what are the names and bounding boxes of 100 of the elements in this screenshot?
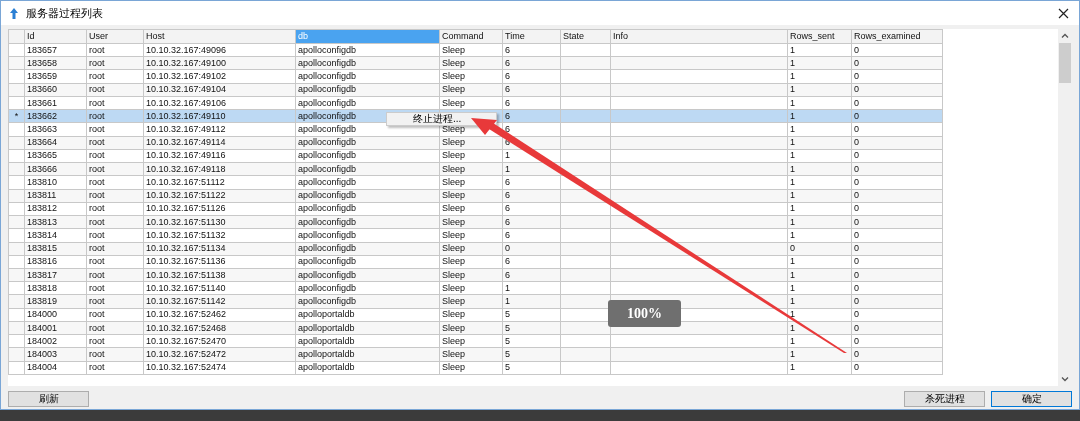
table-cell: apolloconfigdb xyxy=(295,228,440,242)
table-cell: Sleep xyxy=(439,228,503,242)
table-cell: 10.10.32.167:52470 xyxy=(143,334,296,348)
table-cell: 1 xyxy=(787,43,852,57)
table-cell: 0 xyxy=(851,69,943,84)
table-cell: 0 xyxy=(851,228,943,242)
table-cell: Sleep xyxy=(439,149,503,163)
table-cell: 1 xyxy=(787,96,852,110)
table-cell: root xyxy=(86,308,144,322)
table-cell: 6 xyxy=(502,228,561,242)
table-cell: 183663 xyxy=(24,122,87,137)
table-cell: apolloconfigdb xyxy=(295,96,440,110)
table-cell: 0 xyxy=(851,43,943,57)
dialog-button[interactable]: 刷新 xyxy=(8,391,89,407)
current-row-marker: * xyxy=(14,110,19,121)
table-cell: 183659 xyxy=(24,69,87,84)
column-header[interactable]: Info xyxy=(610,29,788,44)
table-cell: 0 xyxy=(851,202,943,216)
scrollbar-thumb[interactable] xyxy=(1059,43,1071,83)
table-cell: 1 xyxy=(787,281,852,295)
table-cell: 5 xyxy=(502,334,561,348)
table-cell: apolloportaldb xyxy=(295,308,440,322)
table-cell: Sleep xyxy=(439,202,503,216)
table-cell: root xyxy=(86,334,144,348)
table-cell: 10.10.32.167:49106 xyxy=(143,96,296,110)
table-cell: 0 xyxy=(851,281,943,295)
table-cell: 10.10.32.167:51136 xyxy=(143,255,296,269)
dialog-button[interactable]: 确定 xyxy=(991,391,1072,407)
table-cell: 1 xyxy=(787,149,852,163)
table-cell: 1 xyxy=(787,361,852,375)
table-cell: 6 xyxy=(502,96,561,110)
table-cell: 6 xyxy=(502,43,561,57)
scroll-down-icon[interactable] xyxy=(1061,377,1069,382)
column-header[interactable]: Time xyxy=(502,29,561,44)
column-header[interactable]: Id xyxy=(24,29,87,44)
table-cell: root xyxy=(86,43,144,57)
table-cell: 183665 xyxy=(24,149,87,163)
column-header[interactable]: User xyxy=(86,29,144,44)
table-cell: 0 xyxy=(851,149,943,163)
table-cell: 1 xyxy=(787,69,852,84)
table-cell: 10.10.32.167:52462 xyxy=(143,308,296,322)
app-icon xyxy=(8,6,20,20)
table-cell: 0 xyxy=(851,361,943,375)
table-cell: 184004 xyxy=(24,361,87,375)
table-cell: 10.10.32.167:51132 xyxy=(143,228,296,242)
table-cell: apolloconfigdb xyxy=(295,281,440,295)
table-cell: apolloconfigdb xyxy=(295,43,440,57)
table-cell: apolloconfigdb xyxy=(295,69,440,84)
table-cell: Sleep xyxy=(439,361,503,375)
dialog-button[interactable]: 杀死进程 xyxy=(904,391,985,407)
table-cell: 10.10.32.167:49116 xyxy=(143,149,296,163)
table-cell: root xyxy=(86,96,144,110)
column-header[interactable]: Rows_examined xyxy=(851,29,943,44)
table-cell: 0 xyxy=(851,308,943,322)
table-cell: 10.10.32.167:49096 xyxy=(143,43,296,57)
table-cell: 10.10.32.167:51126 xyxy=(143,202,296,216)
column-header[interactable]: Rows_sent xyxy=(787,29,852,44)
zoom-indicator: 100% xyxy=(608,300,681,327)
table-cell: apolloconfigdb xyxy=(295,175,440,190)
table-cell: Sleep xyxy=(439,96,503,110)
table-cell: 1 xyxy=(787,202,852,216)
table-cell: root xyxy=(86,69,144,84)
table-cell: 183810 xyxy=(24,175,87,190)
table-cell: apolloportaldb xyxy=(295,334,440,348)
table-cell: apolloconfigdb xyxy=(295,202,440,216)
table-cell: root xyxy=(86,228,144,242)
table-cell: 10.10.32.167:52474 xyxy=(143,361,296,375)
table-cell: root xyxy=(86,255,144,269)
table-cell: Sleep xyxy=(439,308,503,322)
column-header[interactable]: Command xyxy=(439,29,503,44)
menu-item[interactable]: 终止进程... xyxy=(387,114,496,124)
table-cell: Sleep xyxy=(439,281,503,295)
table-cell: 1 xyxy=(787,175,852,190)
table-cell: 0 xyxy=(851,175,943,190)
table-cell: 1 xyxy=(502,281,561,295)
table-cell: 5 xyxy=(502,361,561,375)
table-cell: 183812 xyxy=(24,202,87,216)
table-cell: 183816 xyxy=(24,255,87,269)
table-cell: 0 xyxy=(851,122,943,137)
table-cell: root xyxy=(86,175,144,190)
table-cell: 1 xyxy=(787,255,852,269)
table-cell: 183818 xyxy=(24,281,87,295)
window-title: 服务器过程列表 xyxy=(26,5,103,21)
table-cell: 10.10.32.167:49112 xyxy=(143,122,296,137)
column-header[interactable]: State xyxy=(560,29,611,44)
table-cell: 183657 xyxy=(24,43,87,57)
table-cell: 10.10.32.167:49102 xyxy=(143,69,296,84)
table-cell: 1 xyxy=(787,228,852,242)
table-cell: 183661 xyxy=(24,96,87,110)
table-cell: Sleep xyxy=(439,175,503,190)
table-cell: root xyxy=(86,149,144,163)
table-cell: root xyxy=(86,202,144,216)
table-cell: root xyxy=(86,281,144,295)
column-header[interactable]: Host xyxy=(143,29,296,44)
table-cell: 6 xyxy=(502,175,561,190)
table-cell: Sleep xyxy=(439,334,503,348)
scroll-up-icon[interactable] xyxy=(1061,33,1069,38)
table-cell: 184002 xyxy=(24,334,87,348)
table-cell: 183814 xyxy=(24,228,87,242)
table-cell: Sleep xyxy=(439,43,503,57)
